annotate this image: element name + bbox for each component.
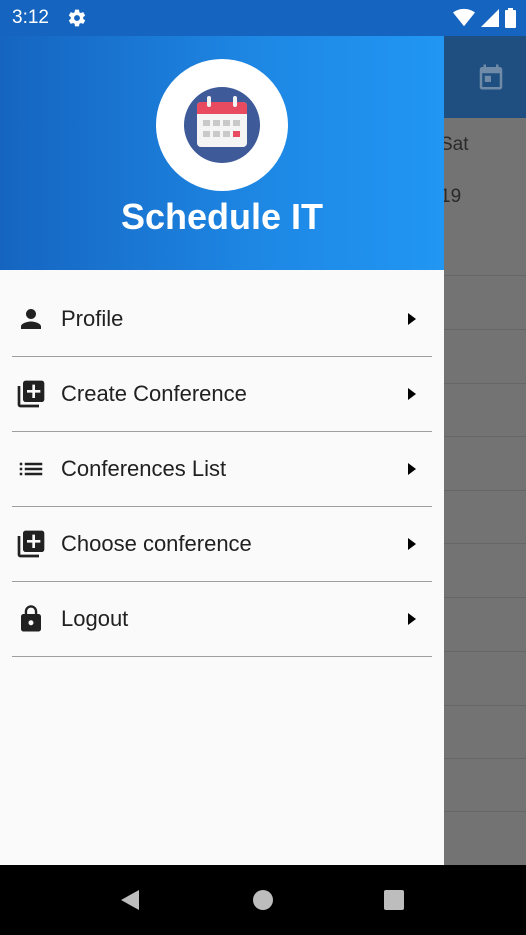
recents-icon[interactable] [364, 865, 424, 935]
battery-icon [505, 8, 516, 28]
app-title: Schedule IT [120, 196, 324, 237]
arrow-right-icon [404, 461, 420, 477]
home-icon[interactable] [233, 865, 293, 935]
background-divider [444, 329, 526, 330]
background-divider [444, 543, 526, 544]
add-box-icon [14, 377, 48, 411]
drawer-menu: Profile Create Conference Conferences Li… [0, 282, 444, 657]
calendar-logo-icon [184, 87, 260, 163]
status-time: 3:12 [12, 7, 49, 28]
menu-item-logout[interactable]: Logout [12, 582, 432, 657]
status-bar: 3:12 [0, 0, 526, 36]
add-box-icon [14, 527, 48, 561]
menu-item-choose-conference[interactable]: Choose conference [12, 507, 432, 582]
background-divider [444, 597, 526, 598]
background-day-label: Sat [440, 134, 469, 155]
background-divider [444, 811, 526, 812]
arrow-right-icon [404, 611, 420, 627]
drawer-header: Schedule IT [0, 36, 444, 270]
menu-item-create-conference[interactable]: Create Conference [12, 357, 432, 432]
list-icon [14, 452, 48, 486]
app-logo [156, 59, 288, 191]
menu-item-label: Logout [61, 606, 129, 631]
background-divider [444, 275, 526, 276]
background-divider [444, 758, 526, 759]
background-divider [444, 705, 526, 706]
menu-item-profile[interactable]: Profile [12, 282, 432, 357]
back-icon[interactable] [100, 865, 160, 935]
arrow-right-icon [404, 311, 420, 327]
person-icon [14, 302, 48, 336]
lock-icon [14, 602, 48, 636]
background-divider [444, 436, 526, 437]
background-divider [444, 651, 526, 652]
arrow-right-icon [404, 536, 420, 552]
wifi-icon [453, 8, 475, 28]
system-nav-bar [0, 865, 526, 935]
signal-icon [481, 8, 499, 28]
menu-item-label: Profile [61, 306, 124, 331]
calendar-icon[interactable] [476, 62, 506, 92]
arrow-right-icon [404, 386, 420, 402]
menu-item-label: Conferences List [61, 456, 227, 481]
menu-item-label: Create Conference [61, 381, 247, 406]
settings-icon [67, 8, 87, 28]
background-divider [444, 383, 526, 384]
menu-item-label: Choose conference [61, 531, 252, 556]
background-divider [444, 490, 526, 491]
menu-item-conferences-list[interactable]: Conferences List [12, 432, 432, 507]
navigation-drawer: Schedule IT Profile Create Conference Co… [0, 36, 444, 865]
